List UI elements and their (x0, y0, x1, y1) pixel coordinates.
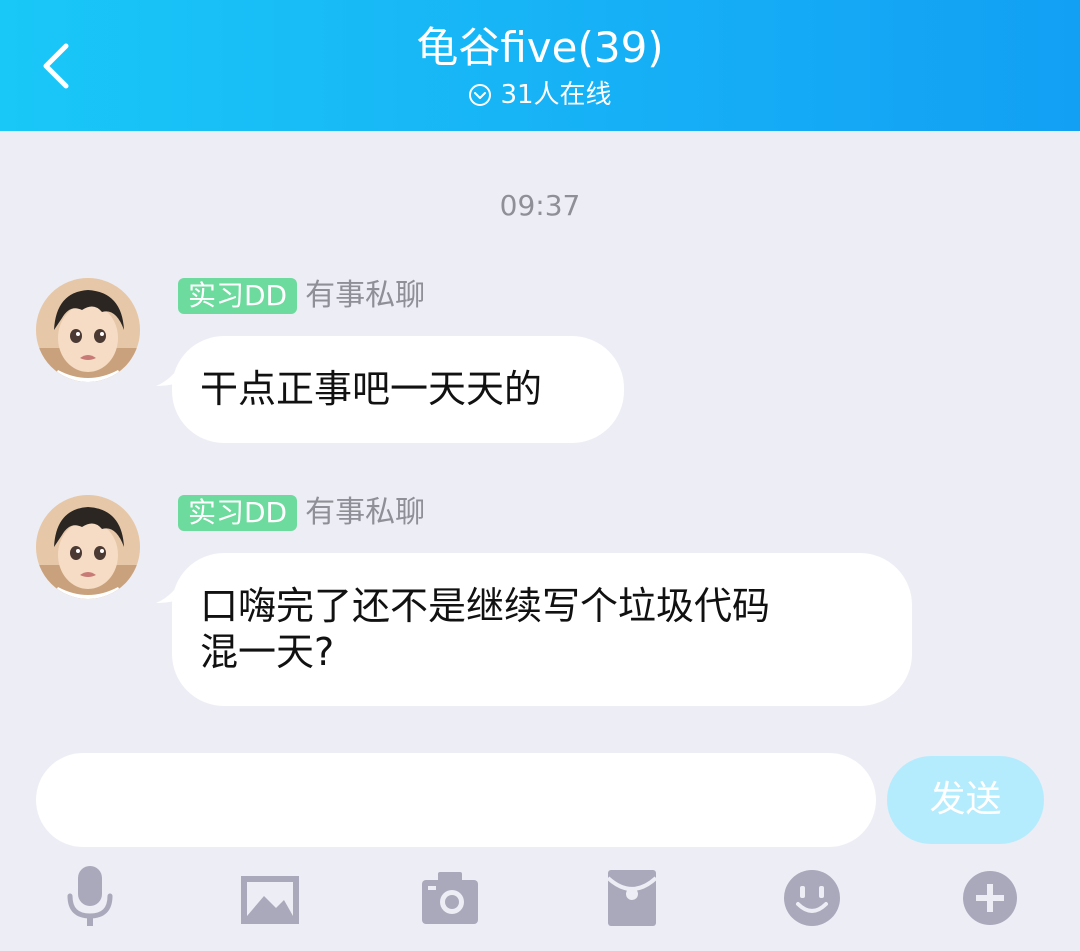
online-status[interactable]: 31人在线 (0, 78, 1080, 112)
message-input[interactable] (36, 753, 876, 847)
emoji-icon (784, 870, 840, 926)
message-meta: 实习DD 有事私聊 (178, 277, 425, 315)
message-bubble[interactable]: 干点正事吧一天天的 (172, 336, 624, 443)
voice-button[interactable] (58, 862, 122, 932)
input-toolbar (0, 862, 1080, 942)
message-text-line: 口嗨完了还不是继续写个垃圾代码 (200, 584, 771, 628)
avatar[interactable] (36, 278, 140, 382)
avatar-image (36, 495, 140, 599)
red-packet-button[interactable] (600, 862, 664, 932)
send-button[interactable]: 发送 (887, 756, 1044, 844)
image-icon (241, 876, 299, 924)
message-text-line: 混一天? (200, 630, 335, 674)
member-title-badge: 实习DD (178, 278, 298, 314)
sender-name[interactable]: 有事私聊 (305, 495, 425, 531)
avatar[interactable] (36, 495, 140, 599)
microphone-icon (67, 866, 113, 926)
group-title[interactable]: 龟谷five(39) (0, 22, 1080, 74)
avatar-image (36, 278, 140, 382)
online-count: 31人在线 (500, 80, 612, 110)
plus-icon (963, 871, 1017, 925)
image-button[interactable] (238, 862, 302, 932)
message-bubble[interactable]: 口嗨完了还不是继续写个垃圾代码 混一天? (172, 553, 912, 706)
red-packet-icon (606, 870, 658, 926)
emoji-button[interactable] (780, 862, 844, 932)
more-button[interactable] (960, 862, 1024, 932)
chevron-down-circle-icon (469, 84, 492, 106)
camera-icon (422, 872, 478, 924)
camera-button[interactable] (418, 862, 482, 932)
message-timestamp: 09:37 (499, 189, 581, 222)
sender-name[interactable]: 有事私聊 (305, 278, 425, 314)
chat-header: 龟谷five(39) 31人在线 (0, 0, 1080, 131)
member-title-badge: 实习DD (178, 495, 298, 531)
message-meta: 实习DD 有事私聊 (178, 494, 425, 532)
message-text: 干点正事吧一天天的 (200, 367, 543, 411)
